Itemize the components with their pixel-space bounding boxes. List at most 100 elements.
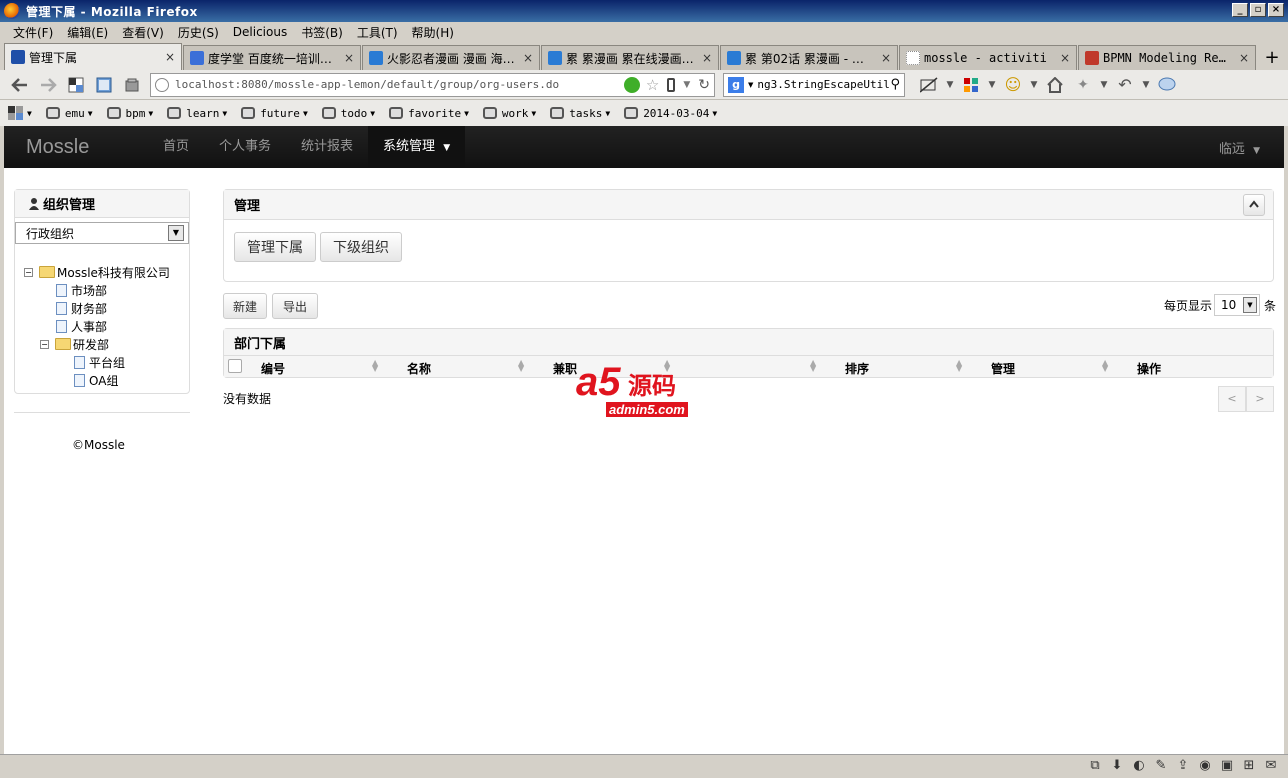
- bookmark-folder-bpm[interactable]: bpm ▼: [106, 107, 153, 120]
- column-header-manage[interactable]: 管理: [991, 360, 1015, 377]
- smiley-dropdown-icon[interactable]: ▼: [1027, 73, 1041, 97]
- addon-grid-icon[interactable]: [957, 73, 985, 97]
- windows-icon[interactable]: ⧉: [1086, 758, 1104, 774]
- bookmark-folder-emu[interactable]: emu ▼: [45, 107, 93, 120]
- sort-icon[interactable]: ▲ ▼: [810, 359, 816, 373]
- no-script-icon[interactable]: [915, 73, 943, 97]
- select-arrow-icon[interactable]: ▼: [1243, 297, 1257, 313]
- mobile-device-icon[interactable]: [667, 77, 676, 92]
- tab-close-icon[interactable]: ×: [1239, 51, 1249, 65]
- engine-dropdown-icon[interactable]: ▼: [748, 81, 753, 89]
- no-script-dropdown-icon[interactable]: ▼: [943, 73, 957, 97]
- bookmark-folder-tasks[interactable]: tasks ▼: [550, 107, 610, 120]
- tree-node[interactable]: 财务部: [56, 299, 107, 317]
- menu-bookmarks[interactable]: 书签(B): [294, 24, 350, 41]
- undo-icon[interactable]: ↶: [1111, 73, 1139, 97]
- column-header-name[interactable]: 名称: [407, 360, 431, 377]
- menu-file[interactable]: 文件(F): [6, 24, 60, 41]
- select-arrow-icon[interactable]: ▼: [168, 225, 184, 241]
- search-bar[interactable]: g ▼ ⚲: [723, 72, 905, 97]
- tab-close-icon[interactable]: ×: [523, 51, 533, 65]
- screenshot-status-icon[interactable]: ▣: [1218, 758, 1236, 774]
- browser-tab[interactable]: 度学堂 百度统一培训… ×: [183, 45, 361, 70]
- forward-arrow-icon[interactable]: [34, 73, 62, 97]
- sub-orgs-button[interactable]: 下级组织: [320, 232, 402, 262]
- org-type-select[interactable]: 行政组织 ▼: [15, 222, 189, 244]
- sort-icon[interactable]: ▲ ▼: [1102, 359, 1108, 373]
- bookmark-star-icon[interactable]: ☆: [646, 76, 659, 94]
- tree-collapse-icon[interactable]: −: [40, 339, 49, 349]
- archive-tool-icon[interactable]: [118, 73, 146, 97]
- google-search-engine-icon[interactable]: g: [728, 76, 744, 93]
- tree-node[interactable]: 市场部: [56, 281, 107, 299]
- column-header-order[interactable]: 排序: [845, 360, 869, 377]
- nav-system-admin[interactable]: 系统管理 ▼: [368, 126, 466, 168]
- smiley-addon-icon[interactable]: ☺: [999, 73, 1027, 97]
- puzzle-dropdown-icon[interactable]: ▼: [1097, 73, 1111, 97]
- sort-icon[interactable]: ▲ ▼: [956, 359, 962, 373]
- browser-tab[interactable]: 管理下属 ×: [4, 43, 182, 70]
- app-brand[interactable]: Mossle: [26, 136, 140, 159]
- menu-edit[interactable]: 编辑(E): [60, 24, 115, 41]
- new-button[interactable]: 新建: [223, 293, 267, 319]
- chat-bubble-icon[interactable]: [1153, 73, 1181, 97]
- next-page-button[interactable]: >: [1246, 386, 1274, 412]
- tree-node[interactable]: 平台组: [74, 353, 125, 371]
- minimize-button[interactable]: _: [1232, 3, 1248, 17]
- bookmark-folder-work[interactable]: work ▼: [482, 107, 536, 120]
- tab-close-icon[interactable]: ×: [344, 51, 354, 65]
- globe-status-icon[interactable]: ◉: [1196, 758, 1214, 774]
- search-input[interactable]: [757, 78, 891, 91]
- grid-icon[interactable]: ⊞: [1240, 758, 1258, 774]
- menu-view[interactable]: 查看(V): [115, 24, 171, 41]
- tab-close-icon[interactable]: ×: [702, 51, 712, 65]
- page-size-select[interactable]: 10 ▼: [1214, 294, 1260, 316]
- select-all-checkbox[interactable]: [228, 359, 242, 373]
- mail-icon[interactable]: ✉: [1262, 758, 1280, 774]
- reload-icon[interactable]: ↻: [698, 77, 710, 93]
- bookmarks-menu-button[interactable]: ▼: [8, 106, 32, 120]
- tree-node[interactable]: OA组: [74, 371, 118, 389]
- back-arrow-icon[interactable]: [6, 73, 34, 97]
- browser-tab[interactable]: mossle - activiti ×: [899, 45, 1077, 70]
- go-green-icon[interactable]: [623, 76, 640, 93]
- close-window-button[interactable]: ×: [1268, 3, 1284, 17]
- manage-subordinates-button[interactable]: 管理下属: [234, 232, 316, 262]
- tree-node[interactable]: − Mossle科技有限公司: [24, 263, 170, 281]
- bookmark-folder-favorite[interactable]: favorite ▼: [389, 107, 469, 120]
- maximize-button[interactable]: ▫: [1250, 3, 1266, 17]
- share-icon[interactable]: ⇪: [1174, 758, 1192, 774]
- menu-history[interactable]: 历史(S): [171, 24, 226, 41]
- nav-personal[interactable]: 个人事务: [204, 126, 286, 168]
- home-icon[interactable]: [1041, 73, 1069, 97]
- tab-close-icon[interactable]: ×: [1060, 51, 1070, 65]
- bookmark-folder-future[interactable]: future ▼: [241, 107, 308, 120]
- nav-reports[interactable]: 统计报表: [286, 126, 368, 168]
- mask-icon[interactable]: ◐: [1130, 758, 1148, 774]
- menu-help[interactable]: 帮助(H): [405, 24, 461, 41]
- url-input[interactable]: [175, 78, 620, 91]
- nav-home[interactable]: 首页: [148, 126, 204, 168]
- sort-icon[interactable]: ▲ ▼: [518, 359, 524, 373]
- tree-node[interactable]: 人事部: [56, 317, 107, 335]
- browser-tab[interactable]: 火影忍者漫画 漫画 海… ×: [362, 45, 540, 70]
- puzzle-addon-icon[interactable]: ✦: [1069, 73, 1097, 97]
- addon-dropdown-icon[interactable]: ▼: [985, 73, 999, 97]
- download-icon[interactable]: ⬇: [1108, 758, 1126, 774]
- new-tab-button[interactable]: +: [1261, 48, 1283, 70]
- column-header-parttime[interactable]: 兼职: [553, 360, 577, 377]
- tab-close-icon[interactable]: ×: [881, 51, 891, 65]
- dropdown-arrow-icon[interactable]: ▼: [683, 80, 690, 90]
- undo-dropdown-icon[interactable]: ▼: [1139, 73, 1153, 97]
- column-header-id[interactable]: 编号: [261, 360, 285, 377]
- menu-tools[interactable]: 工具(T): [350, 24, 405, 41]
- browser-tab[interactable]: 累 第02话 累漫画 - … ×: [720, 45, 898, 70]
- tree-collapse-icon[interactable]: −: [24, 267, 33, 277]
- magnifier-search-icon[interactable]: ⚲: [890, 77, 900, 92]
- window-tool-icon[interactable]: [90, 73, 118, 97]
- browser-tab[interactable]: 累 累漫画 累在线漫画… ×: [541, 45, 719, 70]
- bookmark-folder-date[interactable]: 2014-03-04 ▼: [624, 107, 717, 120]
- bookmark-folder-todo[interactable]: todo ▼: [321, 107, 375, 120]
- browser-tab[interactable]: BPMN Modeling Refere… ×: [1078, 45, 1256, 70]
- menu-delicious[interactable]: Delicious: [226, 25, 294, 39]
